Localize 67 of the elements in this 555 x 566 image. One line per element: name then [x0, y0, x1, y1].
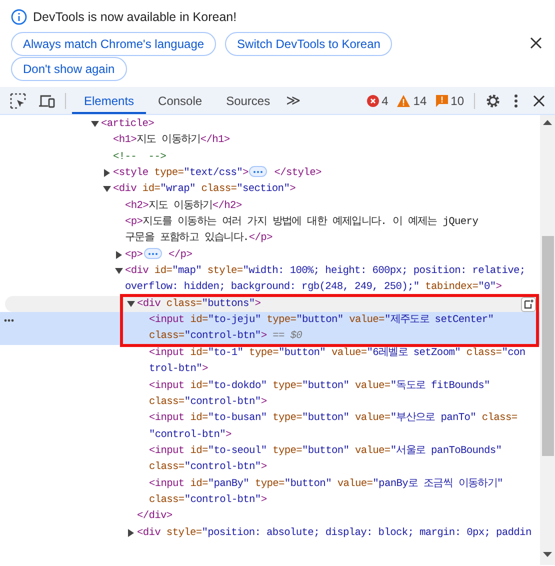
code-line: <!-- --> — [113, 150, 166, 163]
infobar-button[interactable]: Switch DevTools to Korean — [225, 32, 392, 56]
code-line: 구문을 포함하고 있습니다.</p> — [125, 232, 272, 244]
infobar-button[interactable]: Always match Chrome's language — [11, 32, 216, 56]
infobar-message: DevTools is now available in Korean! — [33, 8, 237, 26]
code-line: class="control-btn"> — [149, 494, 267, 506]
more-options-icon[interactable] — [514, 94, 518, 108]
code-line: <div style="position: absolute; display: block; margin: 0px; paddin — [137, 526, 532, 539]
more-actions-icon[interactable] — [4, 319, 14, 322]
expanded-triangle-icon[interactable] — [127, 300, 135, 308]
panel-tab[interactable]: Console — [146, 87, 214, 114]
collapsed-triangle-icon[interactable] — [103, 169, 111, 178]
code-line: <article> — [101, 118, 154, 130]
code-line: class="control-btn"> — [149, 461, 267, 474]
code-line: <p> </p> — [125, 248, 192, 261]
node-row[interactable]: <input id="panBy" type="button" value="panBy로 조금씩 이동하기" class="control-btn"> — [0, 476, 540, 508]
node-row[interactable]: <input id="to-1" type="button" value="6레벨로 setZoom" class="con trol-btn"> — [0, 344, 540, 378]
inspect-element-icon[interactable] — [10, 92, 26, 108]
issue-count[interactable]: 10 — [450, 92, 464, 110]
warning-icon — [397, 94, 410, 106]
close-icon[interactable] — [530, 37, 542, 49]
scroll-up-icon[interactable] — [543, 120, 552, 125]
panel-tab[interactable]: Sources — [214, 87, 282, 114]
device-toggle-icon[interactable] — [39, 94, 55, 108]
code-line: overflow: hidden; background: rgb(248, 249, 250);" tabindex="0"> — [125, 281, 502, 294]
settings-icon[interactable] — [485, 92, 501, 108]
ai-assistance-icon[interactable] — [521, 296, 536, 312]
close-icon[interactable] — [533, 94, 545, 106]
scroll-down-icon[interactable] — [543, 552, 552, 557]
collapsed-content-icon[interactable] — [249, 166, 268, 177]
code-line: <input id="to-seoul" type="button" value="서울로 panToBounds" — [149, 444, 502, 457]
code-line: <input id="to-busan" type="button" value="부산으로 panTo" class= — [149, 412, 518, 424]
error-icon — [366, 94, 379, 106]
code-line: <input id="to-1" type="button" value="6레벨로 setZoom" class="con — [149, 346, 526, 359]
code-line: "control-btn"> — [149, 428, 232, 441]
code-line: <div id="map" style="width: 100%; height: 600px; position: relative; — [125, 265, 526, 278]
collapsed-triangle-icon[interactable] — [127, 528, 135, 537]
code-line: <h1>지도 이동하기</h1> — [113, 134, 230, 146]
code-line: trol-btn"> — [149, 363, 208, 376]
error-count[interactable]: 4 — [382, 92, 388, 110]
scrollbar[interactable] — [540, 115, 555, 565]
node-row[interactable]: <input id="to-seoul" type="button" value="서울로 panToBounds" class="control-btn"> — [0, 442, 540, 476]
expanded-triangle-icon[interactable] — [103, 185, 111, 194]
collapsed-triangle-icon[interactable] — [115, 250, 123, 259]
more-tabs-button[interactable]: ≫ — [286, 90, 302, 111]
infobar-button[interactable]: Don't show again — [11, 57, 127, 81]
code-line: <p>지도를 이동하는 여러 가지 방법에 대한 예제입니다. 이 예제는 jQuery — [125, 216, 478, 228]
node-row[interactable]: <input id="to-busan" type="button" value="부산으로 panTo" class= "control-btn"> — [0, 410, 540, 443]
issue-icon — [436, 94, 448, 106]
node-row[interactable]: <input id="to-jeju" type="button" value="제주도로 setCenter" class="control-btn"> == $0 — [0, 312, 540, 345]
node-row[interactable]: <input id="to-dokdo" type="button" value="독도로 fitBounds" class="control-btn"> — [0, 378, 540, 410]
info-icon — [11, 9, 27, 25]
expanded-triangle-icon[interactable] — [115, 267, 123, 276]
code-line: <div id="wrap" class="section"> — [113, 183, 296, 196]
code-line: class="control-btn"> — [149, 396, 267, 408]
warning-count[interactable]: 14 — [413, 92, 427, 110]
expanded-triangle-icon[interactable] — [91, 120, 99, 128]
code-line: <div class="buttons"> — [137, 298, 261, 310]
code-line: class="control-btn"> == $0 — [149, 330, 302, 342]
code-line: <style type="text/css"> </style> — [113, 167, 322, 180]
panel-tab[interactable]: Elements — [72, 87, 146, 114]
code-line: <h2>지도 이동하기</h2> — [125, 200, 242, 212]
collapsed-content-icon[interactable] — [144, 248, 162, 258]
code-line: <input id="panBy" type="button" value="panBy로 조금씩 이동하기" — [149, 478, 503, 490]
code-line: <input id="to-jeju" type="button" value="제주도로 setCenter" — [149, 314, 494, 326]
code-line: <input id="to-dokdo" type="button" value="독도로 fitBounds" — [149, 380, 490, 392]
code-line: </div> — [137, 510, 172, 522]
